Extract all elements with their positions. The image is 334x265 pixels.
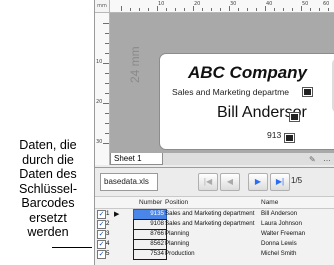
position-cell[interactable]: Production [165,250,259,257]
callout-annotation: Daten, die durch die Daten des Schlüssel… [2,138,94,240]
row-checkbox[interactable]: ✓ [97,240,106,249]
merge-field-icon[interactable] [289,112,300,122]
callout-line-1: Daten, die [19,138,77,152]
next-record-button[interactable]: ▶ [248,173,268,191]
label-preview[interactable]: ABC Company Sales and Marketing departme… [159,53,334,150]
sheet-tab[interactable]: Sheet 1 [110,153,163,165]
name-cell[interactable]: Walter Freeman [261,230,333,237]
row-checkbox[interactable]: ✓ [97,220,106,229]
name-cell[interactable]: Michel Smith [261,250,333,257]
row-checkbox[interactable]: ✓ [97,210,106,219]
name-cell[interactable]: Donna Lewis [261,240,333,247]
h-ruler-label: 50 [302,1,309,7]
position-cell[interactable]: Planning [165,230,259,237]
column-header-position[interactable]: Position [165,199,188,206]
row-index: 1 [106,210,110,217]
database-file-field[interactable]: basedata.xls [100,173,158,191]
row-index: 2 [106,220,110,227]
department-text[interactable]: Sales and Marketing departme [172,87,289,97]
callout-line-3: Daten des [19,167,77,181]
merge-field-icon[interactable] [302,87,313,97]
callout-line-2: durch die [22,152,74,167]
number-cell[interactable]: 7534 [133,249,167,260]
row-index: 4 [106,240,110,247]
row-index: 3 [106,230,110,237]
column-header-name[interactable]: Name [261,199,278,206]
callout-pointer-line [52,247,92,249]
database-panel: basedata.xls |◀ ◀ ▶ ▶| 1/5 Number Positi… [95,167,334,265]
name-cell[interactable]: Bill Anderson [261,210,333,217]
record-position: 1/5 [291,176,303,185]
row-checkbox[interactable]: ✓ [97,230,106,239]
ruler-unit[interactable]: mm [95,0,110,13]
current-row-pointer-icon: ▶ [114,211,120,218]
row-index: 5 [106,250,110,257]
company-text[interactable]: ABC Company [188,63,307,83]
row-checkbox[interactable]: ✓ [97,250,106,259]
horizontal-ruler[interactable]: 10 20 30 40 50 60 [110,0,334,13]
h-ruler-label: 20 [194,1,201,7]
callout-line-6: ersetzt [29,210,67,225]
label-height-dimension: 24 mm [128,46,142,83]
position-cell[interactable]: Planning [165,240,259,247]
h-ruler-label: 40 [266,1,273,7]
table-header: Number Position Name [95,197,334,209]
position-cell[interactable]: Sales and Marketing department [165,220,259,227]
h-ruler-label: 10 [158,1,165,7]
label-editor-window: mm 10 20 30 40 50 60 10 20 30 24 mm ABC … [94,0,334,265]
v-ruler-label: 30 [96,139,103,145]
name-cell[interactable]: Laura Johnson [261,220,333,227]
first-record-button[interactable]: |◀ [198,173,218,191]
column-header-number[interactable]: Number [139,199,162,206]
callout-line-4: Schlüssel- [18,181,78,196]
h-ruler-label: 60 [323,1,330,7]
table-row[interactable]: ✓ 2 9108 Sales and Marketing department … [95,219,334,230]
pen-icon[interactable]: ✎ [309,155,321,164]
position-cell[interactable]: Sales and Marketing department [165,210,259,217]
last-record-button[interactable]: ▶| [270,173,290,191]
table-row[interactable]: ✓ 5 7534 Production Michel Smith [95,249,334,260]
callout-line-7: werden [27,225,69,239]
v-ruler-label: 20 [96,99,103,105]
database-toolbar: basedata.xls |◀ ◀ ▶ ▶| 1/5 [95,168,334,197]
vertical-ruler[interactable]: 10 20 30 [95,13,110,165]
h-ruler-label: 30 [230,1,237,7]
table-row[interactable]: ✓ 1 ▶ 9135 Sales and Marketing departmen… [95,209,334,220]
table-row[interactable]: ✓ 4 8562 Planning Donna Lewis [95,239,334,250]
label-canvas[interactable]: 24 mm ABC Company Sales and Marketing de… [110,13,334,153]
callout-line-5: Barcodes [21,196,75,210]
key-number-text[interactable]: 913 [267,130,281,140]
previous-record-button[interactable]: ◀ [220,173,240,191]
merge-field-icon[interactable] [284,133,295,143]
ellipsis-icon[interactable]: … [323,154,331,163]
v-ruler-label: 10 [96,59,103,65]
table-row[interactable]: ✓ 3 8766 Planning Walter Freeman [95,229,334,240]
